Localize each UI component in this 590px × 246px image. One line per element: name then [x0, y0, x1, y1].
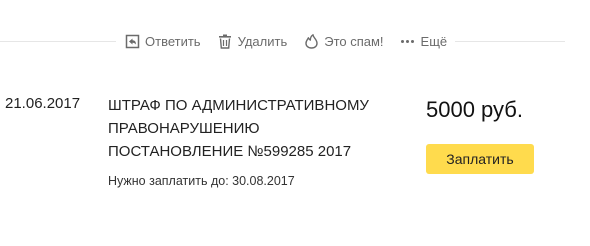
delete-label: Удалить [237, 33, 288, 49]
bill-amount: 5000 руб. [426, 97, 524, 122]
bill-title-line: ПРАВОНАРУШЕНИЮ [108, 120, 260, 137]
bill-title: ШТРАФ ПО АДМИНИСТРАТИВНОМУ ПРАВОНАРУШЕНИ… [108, 94, 408, 163]
bill-date: 21.06.2017 [5, 95, 81, 112]
spam-label: Это спам! [324, 33, 384, 49]
more-icon [400, 33, 416, 49]
message-toolbar: Ответить Удалить Это спам! Ещё [0, 28, 565, 54]
spam-icon [303, 33, 319, 49]
more-label: Ещё [420, 33, 448, 49]
trash-icon [217, 33, 233, 49]
reply-button[interactable]: Ответить [124, 33, 201, 49]
reply-icon [124, 33, 140, 49]
spam-button[interactable]: Это спам! [303, 33, 384, 49]
bill-title-line: ШТРАФ ПО АДМИНИСТРАТИВНОМУ [108, 97, 369, 114]
delete-button[interactable]: Удалить [217, 33, 288, 49]
bill-due-date: Нужно заплатить до: 30.08.2017 [108, 174, 295, 188]
reply-label: Ответить [145, 33, 201, 49]
toolbar-actions: Ответить Удалить Это спам! Ещё [116, 28, 456, 54]
bill-title-line: ПОСТАНОВЛЕНИЕ №599285 2017 [108, 143, 352, 160]
pay-button[interactable]: Заплатить [426, 144, 534, 174]
bill-row: 21.06.2017 ШТРАФ ПО АДМИНИСТРАТИВНОМУ ПР… [0, 92, 590, 212]
more-button[interactable]: Ещё [400, 33, 448, 49]
